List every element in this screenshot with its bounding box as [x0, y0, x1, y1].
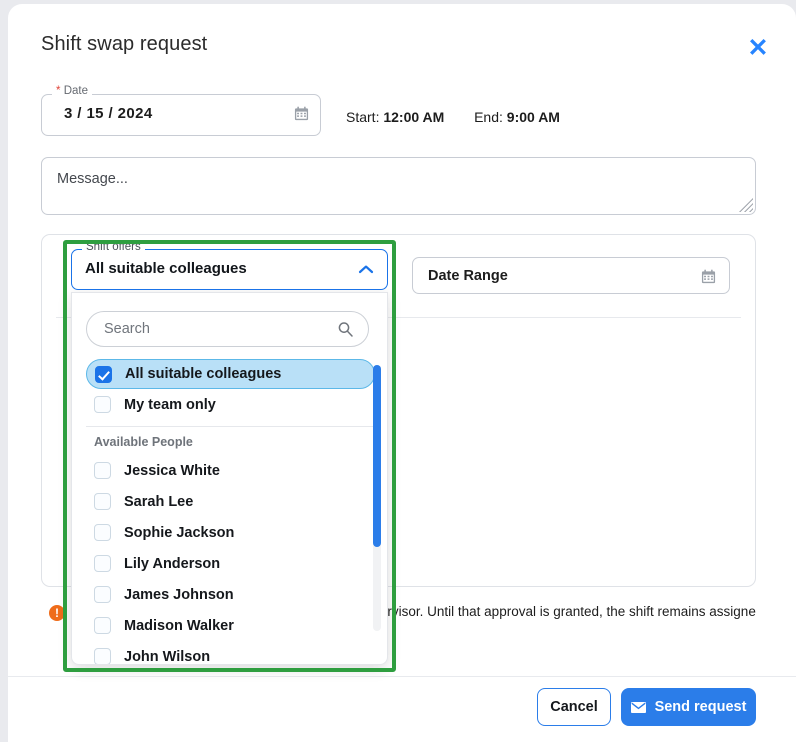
checkbox-icon[interactable]: [94, 648, 111, 665]
list-item[interactable]: Sophie Jackson: [86, 517, 375, 548]
date-range-input[interactable]: Date Range: [412, 257, 730, 294]
date-field[interactable]: * Date 3 / 15 / 2024: [41, 94, 321, 136]
search-placeholder: Search: [104, 321, 150, 337]
list-item-label: My team only: [124, 397, 216, 413]
footer-divider: [8, 676, 796, 677]
search-icon[interactable]: [337, 321, 354, 338]
checkbox-icon[interactable]: [94, 555, 111, 572]
message-textarea[interactable]: Message...: [41, 157, 756, 215]
dropdown-scrollbar-thumb[interactable]: [373, 365, 381, 547]
calendar-icon[interactable]: [701, 269, 716, 284]
list-item[interactable]: James Johnson: [86, 579, 375, 610]
start-value: 12:00 AM: [383, 109, 444, 125]
checkbox-icon[interactable]: [94, 586, 111, 603]
calendar-icon[interactable]: [294, 106, 309, 121]
shift-times: Start: 12:00 AM End: 9:00 AM: [346, 109, 560, 125]
chevron-up-icon[interactable]: [358, 264, 374, 274]
list-item[interactable]: Sarah Lee: [86, 486, 375, 517]
option-list[interactable]: All suitable colleagues My team only Ava…: [72, 359, 388, 665]
warning-icon: !: [49, 605, 65, 621]
message-placeholder: Message...: [57, 171, 128, 187]
end-value: 9:00 AM: [507, 109, 560, 125]
date-range-value: Date Range: [428, 268, 508, 284]
checkbox-icon[interactable]: [94, 493, 111, 510]
list-item[interactable]: My team only: [86, 389, 375, 420]
cancel-button[interactable]: Cancel: [537, 688, 611, 726]
start-label: Start:: [346, 109, 379, 125]
list-item-label: Jessica White: [124, 463, 220, 479]
list-item-label: Madison Walker: [124, 618, 234, 634]
required-marker: *: [56, 85, 60, 97]
list-item-label: Sarah Lee: [124, 494, 193, 510]
shift-offers-select[interactable]: Shift offers All suitable colleagues: [71, 249, 388, 290]
page-title: Shift swap request: [41, 33, 207, 56]
resize-handle-icon[interactable]: [739, 198, 753, 212]
list-item-label: All suitable colleagues: [125, 366, 281, 382]
list-item[interactable]: Madison Walker: [86, 610, 375, 641]
envelope-icon: [631, 702, 646, 713]
checkbox-checked-icon[interactable]: [95, 366, 112, 383]
list-item-label: James Johnson: [124, 587, 234, 603]
send-request-button[interactable]: Send request: [621, 688, 756, 726]
list-item[interactable]: All suitable colleagues: [86, 359, 375, 389]
date-field-label-text: Date: [64, 85, 88, 97]
checkbox-icon[interactable]: [94, 524, 111, 541]
list-item[interactable]: Jessica White: [86, 455, 375, 486]
dropdown-scrollbar[interactable]: [373, 365, 381, 631]
shift-offers-label: Shift offers: [82, 242, 145, 254]
checkbox-icon[interactable]: [94, 462, 111, 479]
shift-offers-value: All suitable colleagues: [85, 260, 247, 277]
list-item[interactable]: Lily Anderson: [86, 548, 375, 579]
search-input[interactable]: Search: [86, 311, 369, 347]
end-label: End:: [474, 109, 503, 125]
send-request-label: Send request: [655, 699, 747, 715]
list-item-label: Lily Anderson: [124, 556, 220, 572]
date-field-label: * Date: [52, 86, 92, 98]
list-divider: [86, 426, 375, 427]
date-input-value[interactable]: 3 / 15 / 2024: [64, 105, 153, 122]
list-item-label: Sophie Jackson: [124, 525, 234, 541]
checkbox-icon[interactable]: [94, 617, 111, 634]
shift-offers-dropdown: Search All suitable colleagues My team o…: [71, 292, 388, 665]
group-header: Available People: [86, 431, 375, 455]
list-item-label: John Wilson: [124, 649, 210, 665]
checkbox-icon[interactable]: [94, 396, 111, 413]
list-item[interactable]: John Wilson: [86, 641, 375, 665]
close-icon[interactable]: ✕: [742, 32, 774, 64]
shift-swap-dialog: Shift swap request ✕ * Date 3 / 15 / 202…: [8, 4, 796, 742]
